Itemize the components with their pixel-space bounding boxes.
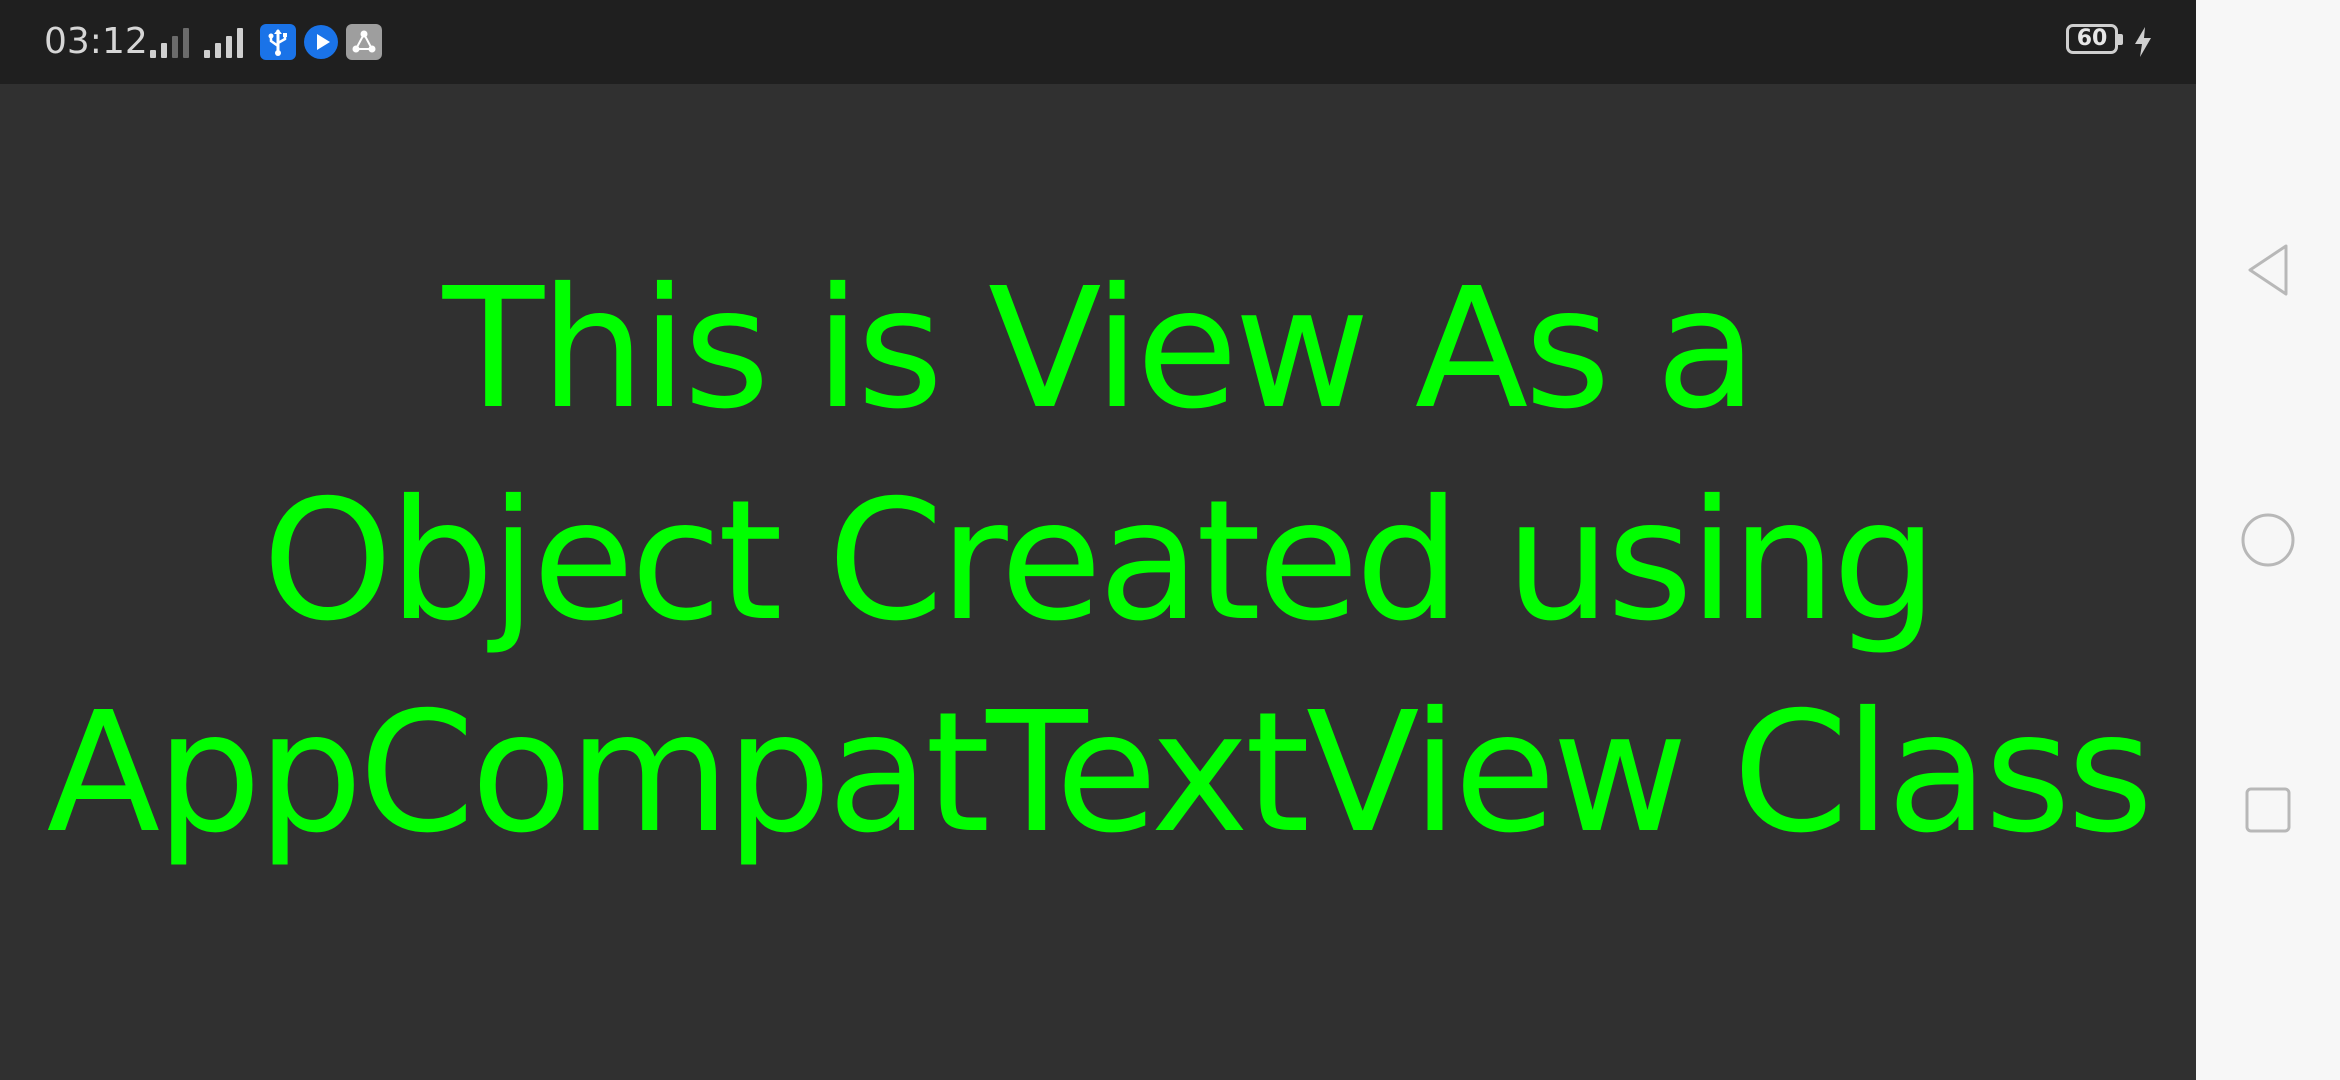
network-share-icon <box>346 24 382 60</box>
play-icon <box>303 24 339 60</box>
recents-square-icon <box>2245 787 2291 833</box>
recents-button[interactable] <box>2238 780 2298 840</box>
app-content: This is View As a Object Created using A… <box>0 84 2196 1080</box>
charging-icon <box>2132 26 2154 58</box>
appcompat-text-view: This is View As a Object Created using A… <box>46 253 2154 870</box>
navigation-bar <box>2196 0 2340 1080</box>
signal-strength-icon <box>202 24 248 58</box>
home-circle-icon <box>2241 513 2295 567</box>
back-triangle-icon <box>2248 244 2288 296</box>
usb-debugging-icon <box>260 24 296 60</box>
battery-level: 60 <box>2076 26 2108 51</box>
home-button[interactable] <box>2238 510 2298 570</box>
back-button[interactable] <box>2238 240 2298 300</box>
status-time: 03:12 <box>44 21 148 62</box>
battery-icon: 60 <box>2066 24 2124 58</box>
status-bar: 03:12 60 <box>0 0 2196 84</box>
signal-strength-icon <box>148 24 194 58</box>
app-screen: 03:12 60 This is View As a Object Create… <box>0 0 2340 1080</box>
